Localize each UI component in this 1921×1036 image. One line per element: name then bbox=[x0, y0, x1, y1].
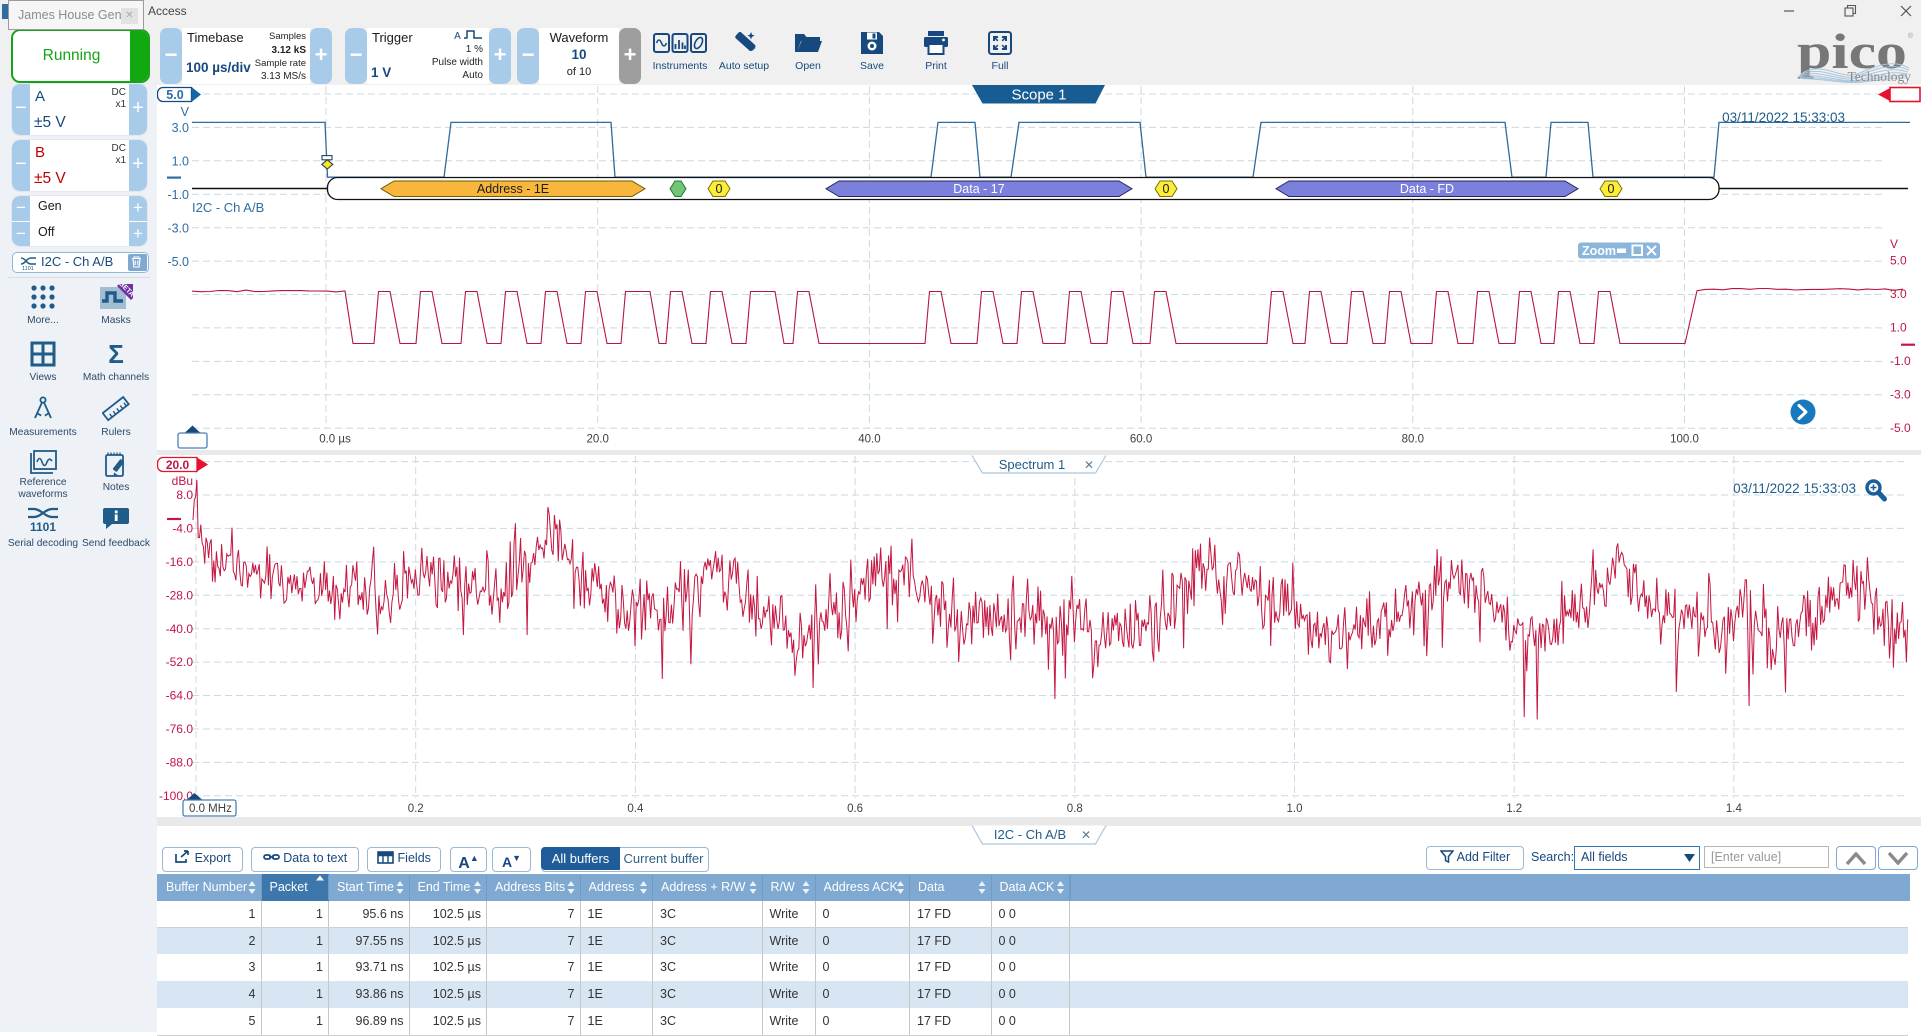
svg-text:0.4: 0.4 bbox=[627, 803, 644, 815]
svg-text:0.6: 0.6 bbox=[847, 803, 863, 815]
svg-text:Zoom: Zoom bbox=[1582, 244, 1616, 258]
svg-text:20.0: 20.0 bbox=[166, 458, 190, 472]
svg-text:I2C - Ch A/B: I2C - Ch A/B bbox=[192, 200, 264, 215]
svg-text:1.4: 1.4 bbox=[1726, 803, 1743, 815]
svg-text:100.0: 100.0 bbox=[1670, 434, 1699, 446]
svg-text:1.2: 1.2 bbox=[1506, 803, 1522, 815]
svg-text:I2C - Ch A/B: I2C - Ch A/B bbox=[994, 827, 1066, 842]
svg-text:-3.0: -3.0 bbox=[167, 222, 189, 236]
svg-text:Spectrum 1: Spectrum 1 bbox=[999, 457, 1065, 472]
svg-text:V: V bbox=[181, 105, 190, 119]
svg-text:✕: ✕ bbox=[1084, 458, 1094, 472]
svg-text:5.0: 5.0 bbox=[1890, 253, 1907, 267]
svg-text:-88.0: -88.0 bbox=[166, 756, 194, 770]
svg-text:Data - 17: Data - 17 bbox=[953, 182, 1004, 196]
svg-text:-5.0: -5.0 bbox=[1890, 421, 1911, 435]
svg-text:03/11/2022 15:33:03: 03/11/2022 15:33:03 bbox=[1733, 481, 1856, 496]
svg-text:1.0: 1.0 bbox=[1890, 321, 1907, 335]
svg-text:0: 0 bbox=[716, 182, 723, 196]
svg-text:-64.0: -64.0 bbox=[166, 689, 194, 703]
svg-text:-1.0: -1.0 bbox=[1890, 354, 1911, 368]
svg-text:8.0: 8.0 bbox=[176, 488, 193, 502]
svg-text:40.0: 40.0 bbox=[858, 434, 880, 446]
svg-text:Technology: Technology bbox=[1847, 69, 1911, 84]
svg-text:03/11/2022 15:33:03: 03/11/2022 15:33:03 bbox=[1722, 110, 1845, 125]
svg-text:✕: ✕ bbox=[1081, 828, 1091, 842]
svg-text:-3.0: -3.0 bbox=[1890, 388, 1911, 402]
svg-text:0.0 MHz: 0.0 MHz bbox=[189, 803, 232, 815]
svg-text:dBu: dBu bbox=[172, 474, 193, 488]
svg-text:20.0: 20.0 bbox=[587, 434, 609, 446]
svg-text:-1.0: -1.0 bbox=[167, 188, 189, 202]
svg-text:0.2: 0.2 bbox=[408, 803, 424, 815]
svg-text:-76.0: -76.0 bbox=[166, 722, 194, 736]
svg-text:V: V bbox=[1890, 237, 1898, 251]
svg-text:5.0: 5.0 bbox=[166, 88, 183, 102]
svg-text:-28.0: -28.0 bbox=[166, 588, 194, 602]
svg-text:80.0: 80.0 bbox=[1402, 434, 1424, 446]
svg-text:3.0: 3.0 bbox=[1890, 287, 1907, 301]
svg-text:®: ® bbox=[1908, 32, 1914, 40]
svg-text:1.0: 1.0 bbox=[1287, 803, 1303, 815]
svg-text:1101: 1101 bbox=[22, 266, 34, 270]
svg-text:-40.0: -40.0 bbox=[166, 622, 194, 636]
svg-text:-16.0: -16.0 bbox=[166, 555, 194, 569]
svg-text:1101: 1101 bbox=[30, 520, 56, 534]
svg-text:Σ: Σ bbox=[108, 341, 124, 367]
svg-text:60.0: 60.0 bbox=[1130, 434, 1152, 446]
svg-text:1.0: 1.0 bbox=[172, 155, 189, 169]
svg-text:0.8: 0.8 bbox=[1067, 803, 1083, 815]
svg-text:0: 0 bbox=[1163, 182, 1170, 196]
svg-text:0: 0 bbox=[1608, 182, 1615, 196]
svg-text:Address - 1E: Address - 1E bbox=[477, 182, 549, 196]
svg-text:Scope 1: Scope 1 bbox=[1011, 87, 1066, 104]
svg-text:Data - FD: Data - FD bbox=[1400, 182, 1454, 196]
svg-text:3.0: 3.0 bbox=[172, 121, 189, 135]
svg-text:0.0 µs: 0.0 µs bbox=[319, 434, 351, 446]
svg-text:-4.0: -4.0 bbox=[172, 522, 193, 536]
svg-text:-52.0: -52.0 bbox=[166, 655, 194, 669]
svg-text:-5.0: -5.0 bbox=[167, 255, 189, 269]
